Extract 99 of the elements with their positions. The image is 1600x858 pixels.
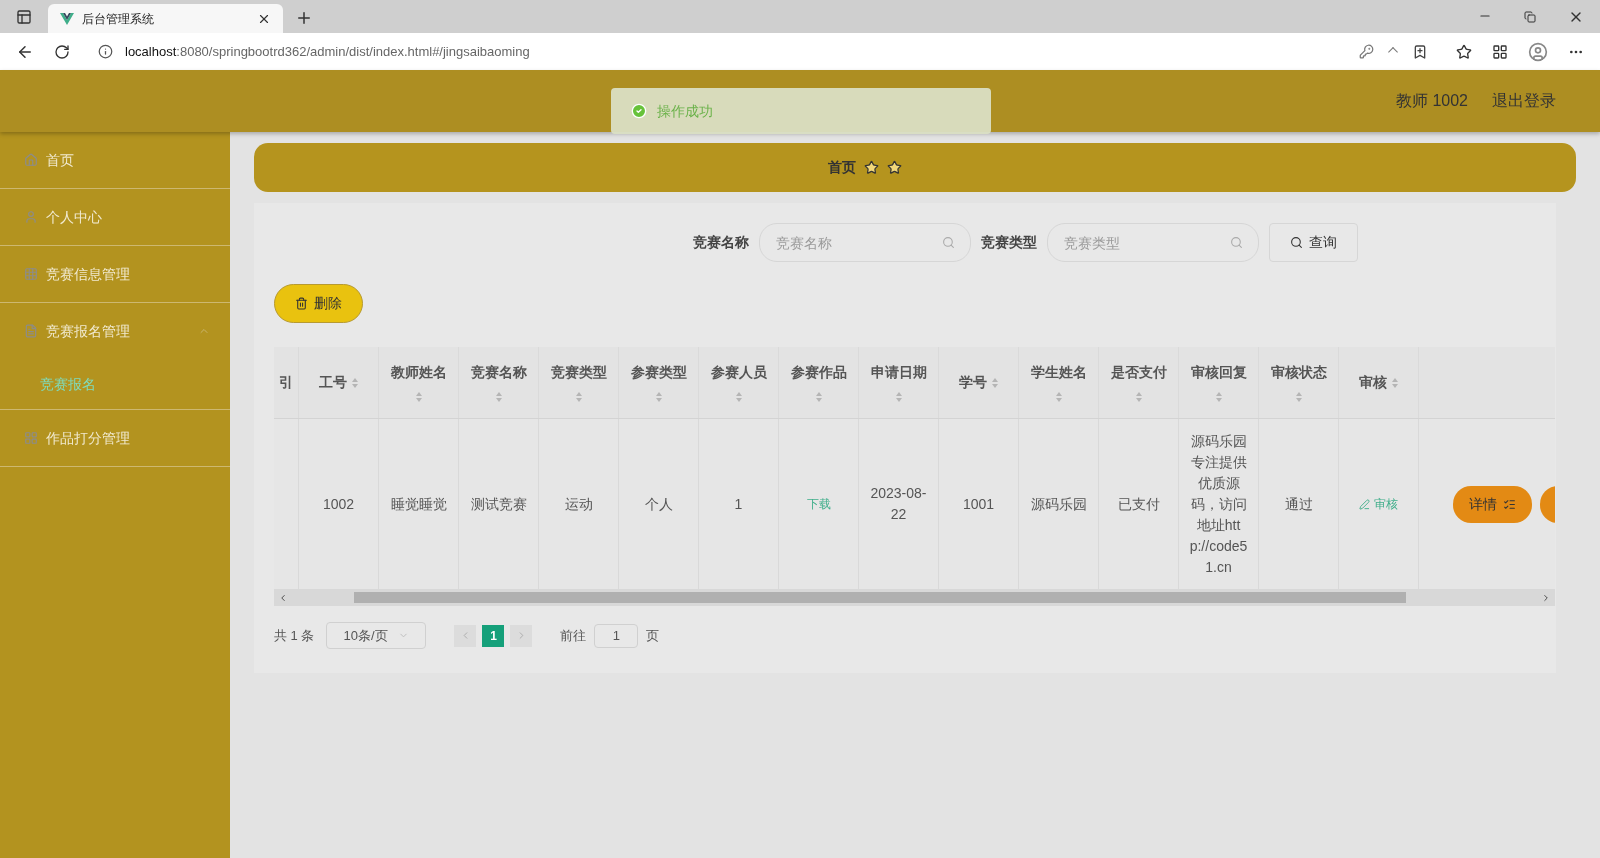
edit-icon: [1359, 498, 1370, 510]
page-size-select[interactable]: 10条/页: [326, 622, 427, 649]
column-header: 竞赛类型: [550, 363, 607, 382]
breadcrumb-link[interactable]: 首页: [828, 157, 856, 178]
review-link[interactable]: 审核: [1359, 495, 1398, 513]
download-link[interactable]: 下载: [806, 495, 831, 513]
star-icon: [864, 160, 879, 175]
search-label: 竞赛名称: [692, 233, 749, 252]
column-header: 审核回复: [1190, 363, 1247, 382]
collections-icon[interactable]: [1492, 43, 1508, 60]
sort-icon[interactable]: [1134, 391, 1143, 403]
table-cell-text: 源码乐园专注提供优质源码，访问地址http://code51.cn: [1189, 431, 1248, 577]
new-tab-icon[interactable]: [295, 9, 313, 27]
table-cell-text: 测试竞赛: [470, 494, 527, 514]
table-cell-text: 睡觉睡觉: [390, 494, 447, 514]
menu-icon: [24, 153, 38, 167]
goto-field[interactable]: 1: [594, 623, 639, 648]
table-cell-text: 1002: [322, 494, 355, 514]
column-header: 审核状态: [1270, 363, 1327, 382]
table-cell-text: 个人: [644, 494, 673, 514]
goto-label: 前往: [560, 626, 587, 645]
profile-icon[interactable]: [1528, 41, 1548, 62]
column-header: 工号: [318, 373, 347, 392]
check-icon: [631, 103, 647, 119]
tab-actions-icon[interactable]: [16, 9, 32, 25]
trash-icon: [295, 297, 308, 310]
table-cell-text: 1: [734, 494, 743, 514]
search-label: 竞赛类型: [980, 233, 1037, 252]
vue-logo-icon: [60, 12, 74, 25]
column-header: 参赛作品: [790, 363, 847, 382]
column-header: 竞赛名称: [470, 363, 527, 382]
url-text: localhost:8080/springbootrd362/admin/dist/index.html#/jingsaibaoming: [125, 42, 530, 61]
prev-page-button[interactable]: [454, 624, 477, 647]
search-field[interactable]: 竞赛类型: [1046, 223, 1259, 262]
column-header: 参赛类型: [630, 363, 687, 382]
column-header: 是否支付: [1110, 363, 1167, 382]
table-cell-text: 源码乐园: [1030, 494, 1087, 514]
list-icon: [1503, 497, 1516, 511]
browser-tab[interactable]: 后台管理系统: [48, 4, 283, 33]
table-cell-text: 运动: [564, 494, 593, 514]
sort-icon[interactable]: [734, 391, 743, 403]
key-icon[interactable]: [1359, 44, 1374, 59]
sort-icon[interactable]: [1294, 391, 1303, 403]
page-button[interactable]: 1: [482, 624, 505, 647]
search-icon: [1289, 236, 1303, 249]
column-header: 教师姓名: [390, 363, 447, 382]
table-cell-text: 1001: [962, 494, 995, 514]
sort-icon[interactable]: [350, 376, 359, 389]
sidebar-item[interactable]: 竞赛报名管理: [0, 303, 230, 359]
info-icon[interactable]: [98, 44, 113, 59]
table-cell-text: 通过: [1284, 494, 1313, 514]
scrollbar-thumb[interactable]: [354, 592, 1406, 603]
table-cell-text: 已支付: [1117, 494, 1160, 514]
sort-icon[interactable]: [1390, 376, 1399, 389]
scroll-left-icon[interactable]: [278, 592, 288, 603]
menu-icon: [24, 267, 38, 281]
menu-icon: [24, 431, 38, 445]
detail-button[interactable]: 详情: [1453, 485, 1532, 523]
next-page-button[interactable]: [510, 624, 533, 647]
column-header: 审核: [1358, 373, 1387, 392]
sidebar-item[interactable]: 首页: [0, 132, 230, 188]
sort-icon[interactable]: [1054, 391, 1063, 403]
column-header: 引: [279, 373, 293, 392]
sort-icon[interactable]: [990, 376, 999, 389]
search-icon: [1229, 236, 1243, 249]
toast-message: 操作成功: [657, 101, 713, 121]
user-label: 教师 1002: [1395, 91, 1468, 111]
sort-icon[interactable]: [894, 391, 903, 403]
tab-title: 后台管理系统: [82, 10, 155, 28]
column-header: 参赛人员: [710, 363, 767, 382]
sort-icon[interactable]: [654, 391, 663, 403]
sort-icon[interactable]: [814, 391, 823, 403]
total-count: 共 1 条: [274, 626, 315, 645]
reload-icon[interactable]: [54, 43, 70, 60]
sort-icon[interactable]: [494, 391, 503, 403]
sort-icon[interactable]: [414, 391, 423, 403]
menu-icon: [24, 210, 38, 224]
sort-icon[interactable]: [574, 391, 583, 403]
scroll-right-icon[interactable]: [1541, 592, 1551, 603]
column-header: 学生姓名: [1030, 363, 1087, 382]
menu-icon: [24, 324, 38, 338]
restore-icon[interactable]: [1524, 11, 1536, 23]
horizontal-scrollbar[interactable]: [274, 589, 1555, 606]
sort-icon[interactable]: [1214, 391, 1223, 403]
star-icon: [887, 160, 902, 175]
search-field[interactable]: 竞赛名称: [758, 223, 971, 262]
favorite-add-icon[interactable]: [1412, 43, 1428, 60]
sidebar-item[interactable]: 作品打分管理: [0, 410, 230, 466]
sidebar-item[interactable]: 竞赛信息管理: [0, 246, 230, 302]
sidebar-item[interactable]: 个人中心: [0, 189, 230, 245]
table-cell-text: 2023-08-22: [869, 484, 928, 524]
query-button[interactable]: 查询: [1268, 223, 1358, 262]
favorites-icon[interactable]: [1456, 43, 1472, 60]
delete-button[interactable]: 删除: [274, 284, 363, 323]
column-header: 申请日期: [870, 363, 927, 382]
goto-suffix: 页: [646, 626, 660, 645]
logout-link[interactable]: 退出登录: [1492, 89, 1556, 113]
search-icon: [941, 236, 955, 249]
column-header: 学号: [958, 373, 987, 392]
